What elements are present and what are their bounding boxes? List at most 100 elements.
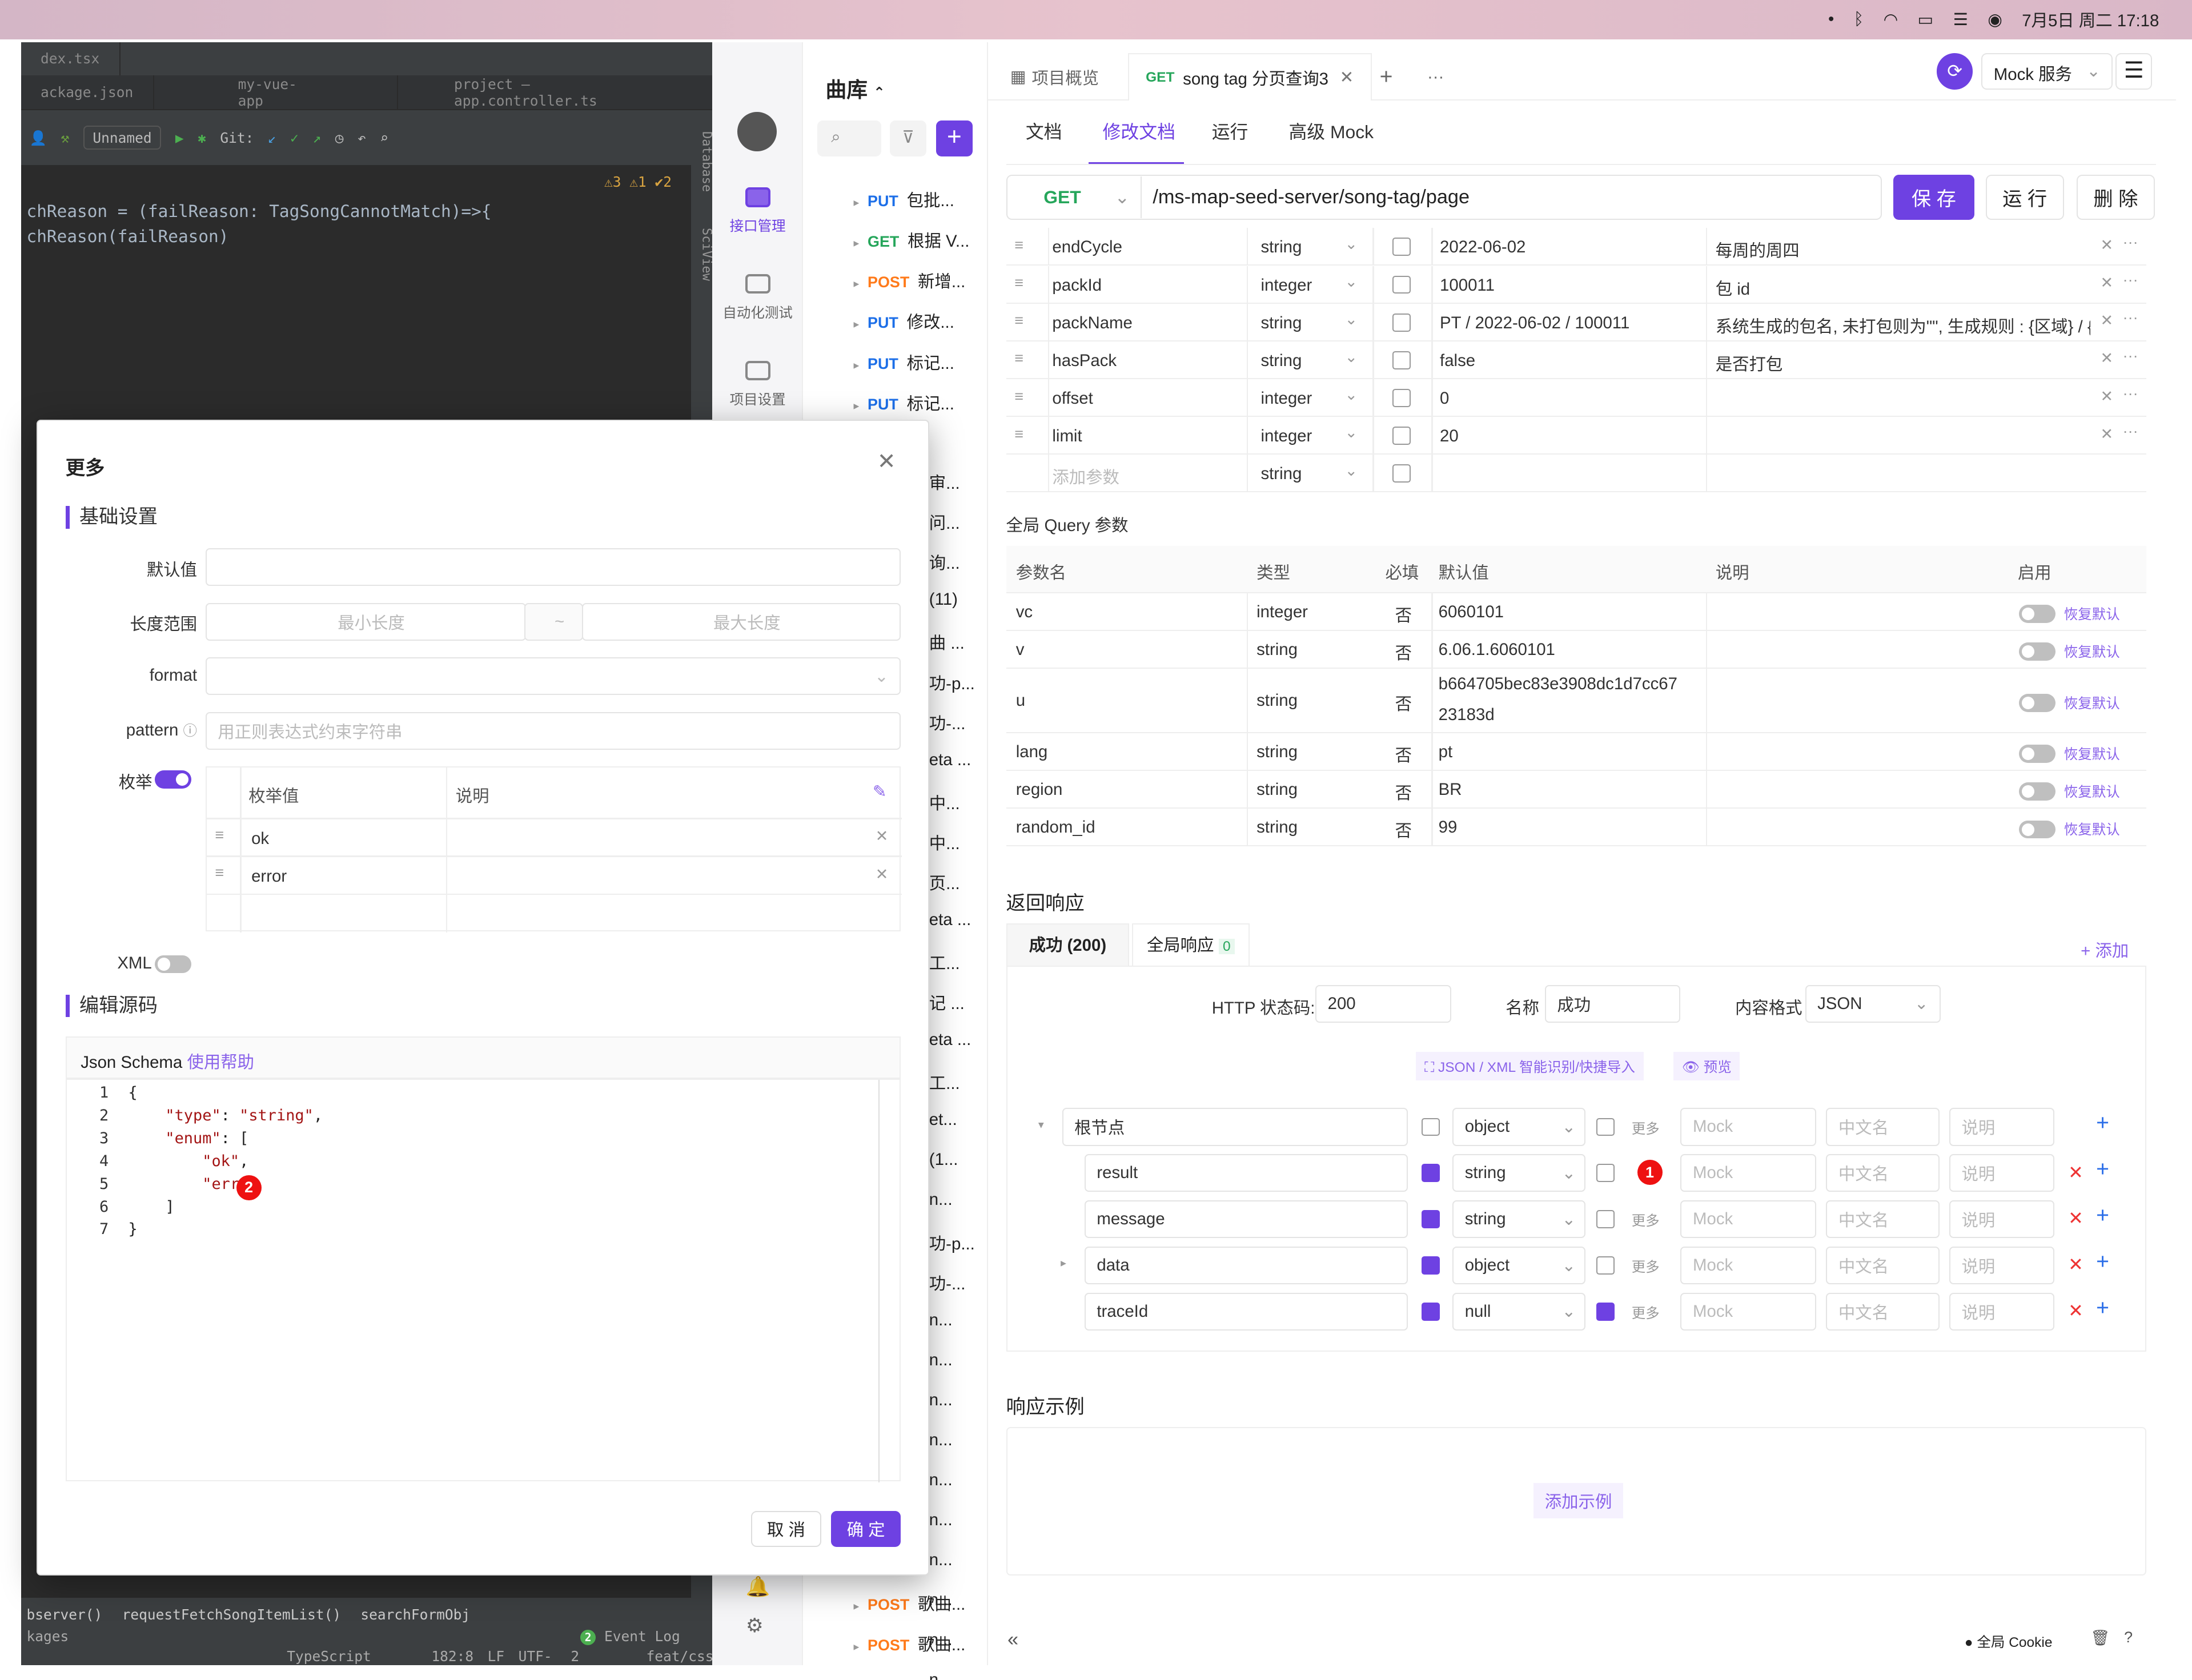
nullable-checkbox[interactable]	[1596, 1164, 1615, 1183]
tree-item-peek[interactable]: 页...	[929, 870, 960, 894]
required-checkbox[interactable]	[1422, 1164, 1440, 1183]
run-config-select[interactable]: Unnamed	[83, 125, 162, 150]
param-type[interactable]: string	[1260, 314, 1302, 333]
build-icon[interactable]: ⚒	[61, 130, 69, 146]
ide-tab[interactable]: my-vue-app	[154, 75, 398, 110]
field-name-input[interactable]: message	[1084, 1200, 1408, 1239]
field-type-select[interactable]: string ⌄	[1452, 1154, 1585, 1192]
field-type-select[interactable]: object ⌄	[1452, 1108, 1585, 1146]
param-name[interactable]: limit	[1052, 427, 1082, 446]
tree-item-peek[interactable]: et...	[929, 1110, 957, 1130]
enable-toggle[interactable]	[2019, 693, 2056, 718]
cn-name-input[interactable]: 中文名	[1826, 1108, 1940, 1146]
required-checkbox[interactable]	[1422, 1210, 1440, 1229]
nullable-checkbox[interactable]	[1596, 1118, 1615, 1136]
git-commit-icon[interactable]: ✓	[290, 130, 299, 146]
tree-item-peek[interactable]: 工...	[929, 950, 960, 974]
drag-handle-icon[interactable]: ≡	[1014, 236, 1023, 254]
tree-item-peek[interactable]: 审...	[929, 470, 960, 494]
param-value[interactable]: 100011	[1440, 276, 1495, 295]
breadcrumb-item[interactable]: requestFetchSongItemList()	[122, 1606, 342, 1623]
status-language[interactable]: TypeScript 3.9.10	[287, 1648, 417, 1665]
subtab-mock[interactable]: 高级 Mock	[1288, 118, 1374, 144]
tree-item-peek[interactable]: 功-p...	[929, 670, 975, 694]
enable-toggle[interactable]	[2019, 781, 2056, 806]
tree-item[interactable]: ▸ POST 新增...	[853, 268, 982, 292]
status-position[interactable]: 182:8	[431, 1648, 473, 1665]
sync-icon[interactable]: ⟳	[1936, 53, 1973, 90]
tree-item[interactable]: ▸ GET 根据 V...	[853, 228, 982, 252]
toggle[interactable]	[155, 770, 192, 789]
delete-field-icon[interactable]: ✕	[2068, 1161, 2083, 1183]
status-encoding[interactable]: UTF-8	[519, 1648, 557, 1665]
tree-item-peek[interactable]: 功-p...	[929, 1231, 975, 1255]
desc-input[interactable]: 说明	[1949, 1200, 2054, 1239]
add-param-input[interactable]: 添加参数	[1052, 464, 1119, 488]
git-update-icon[interactable]: ↙	[268, 130, 276, 146]
tab-response-global[interactable]: 全局响应 0	[1132, 923, 1250, 966]
help-icon[interactable]: ?	[2124, 1629, 2133, 1646]
tree-item[interactable]: ▸ PUT 修改...	[853, 309, 982, 333]
restore-default-link[interactable]: 恢复默认	[2064, 641, 2120, 661]
field-name-input[interactable]: result	[1084, 1154, 1408, 1192]
toggle[interactable]	[2019, 820, 2056, 839]
delete-field-icon[interactable]: ✕	[2068, 1253, 2083, 1275]
trash-icon[interactable]: 🗑	[2090, 1629, 2110, 1647]
desc-input[interactable]: 说明	[1949, 1246, 2054, 1285]
field-name-input[interactable]: traceId	[1084, 1292, 1408, 1331]
close-icon[interactable]: ✕	[1340, 67, 1354, 87]
delete-field-icon[interactable]: ✕	[2068, 1207, 2083, 1229]
subtab-edit[interactable]: 修改文档	[1103, 118, 1175, 144]
param-value[interactable]: false	[1440, 351, 1475, 371]
search-icon[interactable]: ⌕	[817, 120, 882, 157]
toggle[interactable]	[2019, 605, 2056, 624]
ide-tab[interactable]: project – app.controller.ts	[398, 75, 714, 110]
http-status-input[interactable]: 200	[1315, 984, 1451, 1023]
control-center-icon[interactable]: ☰	[1953, 10, 1968, 30]
max-length-input[interactable]: 最大长度	[581, 602, 901, 641]
enum-value[interactable]: ok	[251, 829, 269, 849]
drag-handle-icon[interactable]: ≡	[1014, 425, 1023, 443]
more-link[interactable]: 更多	[1632, 1118, 1660, 1138]
remove-icon[interactable]: ✕	[2100, 274, 2113, 292]
remove-icon[interactable]: ✕	[2100, 236, 2113, 254]
add-field-icon[interactable]: +	[2096, 1249, 2109, 1275]
tree-item-peek[interactable]: n...	[929, 1430, 953, 1450]
param-name[interactable]: offset	[1052, 389, 1093, 408]
restore-default-link[interactable]: 恢复默认	[2064, 693, 2120, 713]
param-type[interactable]: integer	[1260, 427, 1312, 446]
cn-name-input[interactable]: 中文名	[1826, 1246, 1940, 1285]
more-icon[interactable]: ···	[2123, 234, 2138, 251]
tree-item-peek[interactable]: eta ...	[929, 750, 971, 770]
param-desc[interactable]: 包 id	[1716, 276, 2091, 300]
remove-icon[interactable]: ✕	[876, 827, 889, 845]
restore-default-link[interactable]: 恢复默认	[2064, 743, 2120, 763]
help-link[interactable]: 使用帮助	[187, 1053, 254, 1072]
tree-item-peek[interactable]: n...	[929, 1670, 953, 1680]
add-field-icon[interactable]: +	[2096, 1203, 2109, 1228]
ide-tab[interactable]: ackage.json	[21, 75, 154, 110]
required-checkbox[interactable]	[1392, 238, 1411, 256]
add-field-icon[interactable]: +	[2096, 1111, 2109, 1136]
required-checkbox[interactable]	[1422, 1302, 1440, 1321]
required-checkbox[interactable]	[1392, 427, 1411, 445]
pattern-input[interactable]: 用正则表达式约束字符串	[205, 712, 901, 750]
more-link[interactable]: 更多	[1632, 1210, 1660, 1230]
tab-response-success[interactable]: 成功 (200)	[1006, 923, 1130, 966]
method-select[interactable]: GET ⌄	[1007, 176, 1142, 219]
remove-icon[interactable]: ✕	[2100, 388, 2113, 405]
nullable-checkbox[interactable]	[1596, 1302, 1615, 1321]
param-value[interactable]: PT / 2022-06-02 / 100011	[1440, 314, 1629, 333]
xml-toggle[interactable]	[155, 954, 192, 979]
field-name-input[interactable]: data	[1084, 1246, 1408, 1285]
enum-value[interactable]: error	[251, 867, 287, 886]
remove-icon[interactable]: ✕	[2100, 349, 2113, 367]
field-name-input[interactable]: 根节点	[1062, 1108, 1408, 1146]
drag-handle-icon[interactable]: ≡	[215, 826, 224, 844]
mock-input[interactable]: Mock	[1680, 1292, 1817, 1331]
drag-handle-icon[interactable]: ≡	[215, 864, 224, 882]
tree-item-peek[interactable]: n...	[929, 1311, 953, 1330]
enable-toggle[interactable]	[2019, 604, 2056, 629]
required-checkbox[interactable]	[1392, 389, 1411, 407]
desc-input[interactable]: 说明	[1949, 1108, 2054, 1146]
